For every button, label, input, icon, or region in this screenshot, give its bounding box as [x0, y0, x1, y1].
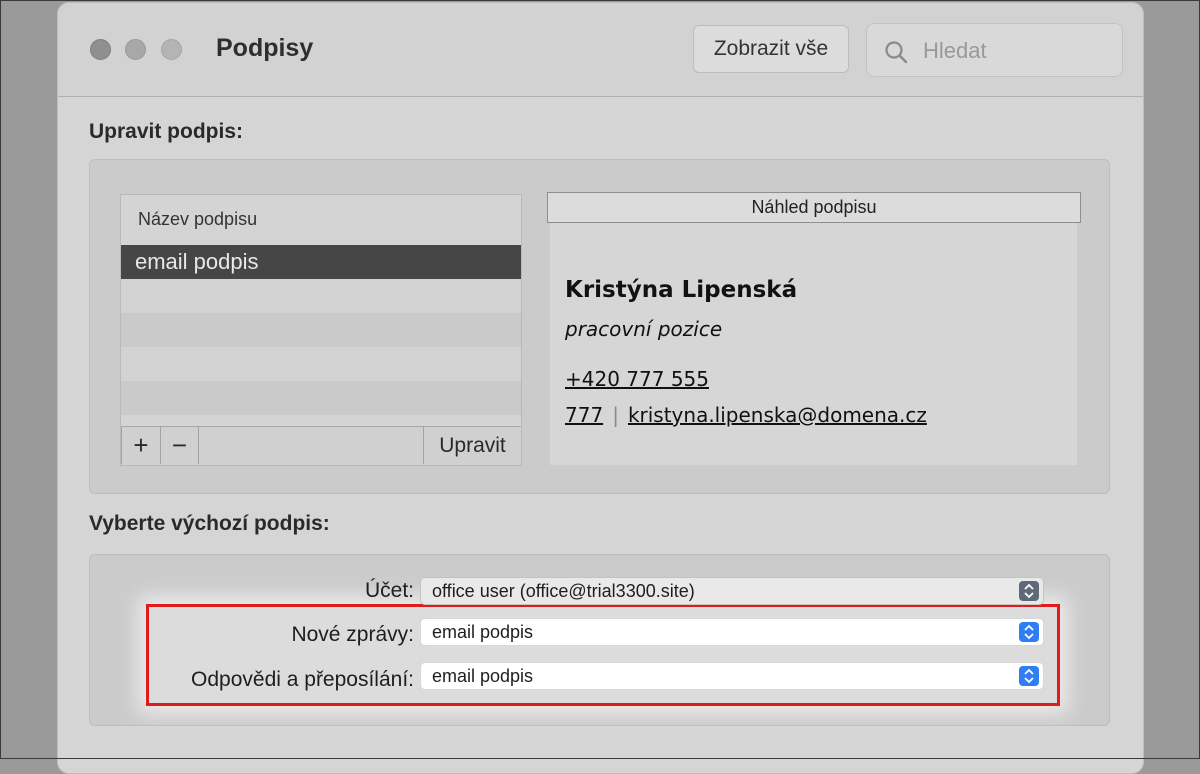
- remove-signature-button[interactable]: −: [161, 427, 199, 464]
- search-field[interactable]: [866, 23, 1123, 77]
- search-icon: [885, 41, 908, 64]
- new-messages-select[interactable]: email podpis: [420, 618, 1044, 646]
- new-messages-label: Nové zprávy:: [291, 623, 414, 646]
- replies-row: Odpovědi a přeposílání:: [0, 665, 414, 695]
- signature-preview: Náhled podpisu Kristýna Lipenská pracovn…: [547, 192, 1081, 465]
- signature-item-label: email podpis: [135, 249, 259, 274]
- close-window-button[interactable]: [90, 39, 111, 60]
- chevron-updown-icon: [1019, 622, 1039, 642]
- minimize-window-button[interactable]: [125, 39, 146, 60]
- edit-signature-button[interactable]: Upravit: [423, 427, 521, 464]
- signature-list-toolbar: + − Upravit: [121, 426, 521, 465]
- replies-select[interactable]: email podpis: [420, 662, 1044, 690]
- preview-position: pracovní pozice: [565, 317, 723, 341]
- preview-separator: |: [612, 403, 619, 427]
- account-select[interactable]: office user (office@trial3300.site): [420, 577, 1044, 605]
- account-select-value: office user (office@trial3300.site): [432, 581, 695, 601]
- account-label: Účet:: [364, 579, 414, 602]
- new-messages-row: Nové zprávy:: [0, 620, 414, 650]
- edit-signature-heading: Upravit podpis:: [89, 120, 244, 143]
- empty-list-row: [121, 279, 521, 313]
- titlebar: Podpisy Zobrazit vše: [58, 3, 1143, 97]
- replies-select-value: email podpis: [432, 666, 534, 686]
- default-signature-heading: Vyberte výchozí podpis:: [89, 512, 330, 535]
- chevron-updown-icon: [1019, 666, 1039, 686]
- search-input[interactable]: [921, 34, 1115, 68]
- preview-phone-link[interactable]: +420 777 555: [565, 367, 709, 391]
- edit-signature-group: Název podpisu email podpis + − Upravit N…: [89, 159, 1110, 494]
- signature-list-header: Název podpisu: [138, 209, 258, 229]
- new-messages-select-value: email podpis: [432, 622, 534, 642]
- show-all-button[interactable]: Zobrazit vše: [693, 25, 849, 73]
- preview-extension-link[interactable]: 777: [565, 403, 603, 427]
- empty-list-row: [121, 313, 521, 347]
- zoom-window-button[interactable]: [161, 39, 182, 60]
- add-signature-button[interactable]: +: [121, 427, 161, 464]
- preview-name: Kristýna Lipenská: [565, 277, 798, 303]
- signature-list: Název podpisu email podpis + − Upravit: [120, 194, 522, 466]
- account-row: Účet:: [0, 576, 414, 606]
- chevron-updown-icon: [1019, 581, 1039, 601]
- empty-list-row: [121, 347, 521, 381]
- empty-list-row: [121, 381, 521, 415]
- window-title: Podpisy: [216, 34, 314, 62]
- signature-list-item[interactable]: email podpis: [121, 245, 521, 279]
- preview-email-link[interactable]: kristyna.lipenska@domena.cz: [628, 403, 927, 427]
- preview-body: Kristýna Lipenská pracovní pozice +420 7…: [550, 223, 1077, 465]
- preview-contact-line: 777 | kristyna.lipenska@domena.cz: [565, 403, 927, 427]
- replies-label: Odpovědi a přeposílání:: [191, 668, 414, 691]
- preview-header: Náhled podpisu: [547, 192, 1081, 223]
